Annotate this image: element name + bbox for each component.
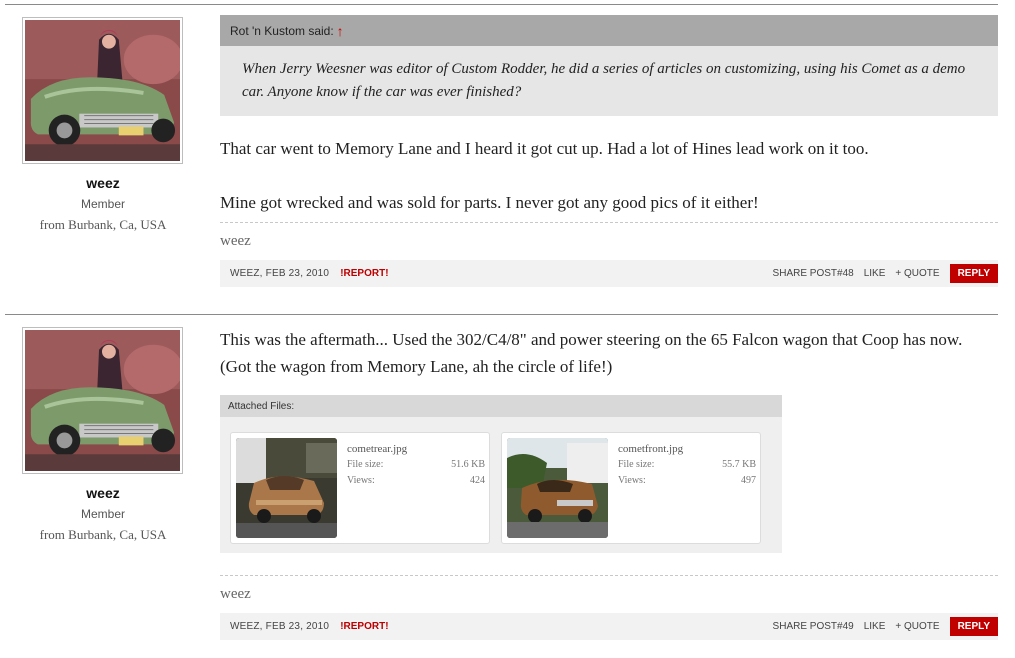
like-link[interactable]: Like xyxy=(864,268,886,279)
views-label: Views: xyxy=(347,475,375,486)
report-link[interactable]: !Report! xyxy=(340,268,388,279)
quote-link[interactable]: + Quote xyxy=(895,621,939,632)
comet-rear-image xyxy=(236,438,337,538)
reply-button[interactable]: Reply xyxy=(949,264,998,283)
attachment-filename[interactable]: cometrear.jpg xyxy=(347,441,485,457)
file-size-label: File size: xyxy=(347,459,384,470)
attachment-thumbnail[interactable] xyxy=(236,438,337,538)
avatar[interactable] xyxy=(22,327,183,474)
reply-button[interactable]: Reply xyxy=(949,617,998,636)
attachment-item[interactable]: cometfront.jpg File size: 55.7 KB Views:… xyxy=(501,432,761,544)
signature: weez xyxy=(220,233,251,249)
signature-divider xyxy=(220,575,998,576)
quote-text: When Jerry Weesner was editor of Custom … xyxy=(220,46,998,116)
file-size-label: File size: xyxy=(618,459,655,470)
post-footer: weez, Feb 23, 2010 !Report! Share Post#4… xyxy=(220,260,998,287)
message-line: This was the aftermath... Used the 302/C… xyxy=(220,330,963,349)
user-location: from Burbank, Ca, USA xyxy=(39,217,167,232)
signature-divider xyxy=(220,222,998,223)
quote-link[interactable]: + Quote xyxy=(895,268,939,279)
post-footer: weez, Feb 23, 2010 !Report! Share Post#4… xyxy=(220,613,998,640)
username[interactable]: weez xyxy=(5,485,201,501)
comet-front-image xyxy=(507,438,608,538)
like-link[interactable]: Like xyxy=(864,621,886,632)
quote-author: Rot 'n Kustom said: xyxy=(230,23,334,38)
post-author-date[interactable]: weez, Feb 23, 2010 xyxy=(230,621,329,632)
avatar-image xyxy=(25,330,180,471)
post-48: weez Member from Burbank, Ca, USA Rot 'n… xyxy=(5,4,998,305)
attached-files-heading: Attached Files: xyxy=(220,395,782,417)
attachment-meta: cometfront.jpg File size: 55.7 KB Views:… xyxy=(618,441,756,489)
file-size-value: 55.7 KB xyxy=(722,459,756,470)
attachment-thumbnail[interactable] xyxy=(507,438,608,538)
user-location: from Burbank, Ca, USA xyxy=(39,527,167,542)
message-line: Mine got wrecked and was sold for parts.… xyxy=(220,193,759,212)
user-title: Member xyxy=(80,197,125,211)
post-author-date[interactable]: weez, Feb 23, 2010 xyxy=(230,268,329,279)
avatar-image xyxy=(25,20,180,161)
share-post-link[interactable]: Share Post#49 xyxy=(773,621,854,632)
username[interactable]: weez xyxy=(5,175,201,191)
user-title: Member xyxy=(80,507,125,521)
views-label: Views: xyxy=(618,475,646,486)
signature: weez xyxy=(220,586,251,602)
attachment-filename[interactable]: cometfront.jpg xyxy=(618,441,756,457)
report-link[interactable]: !Report! xyxy=(340,621,388,632)
message-line: (Got the wagon from Memory Lane, ah the … xyxy=(220,357,613,376)
share-post-link[interactable]: Share Post#48 xyxy=(773,268,854,279)
quote-source-arrow-icon[interactable]: ↑ xyxy=(337,23,344,39)
avatar[interactable] xyxy=(22,17,183,164)
message-line: That car went to Memory Lane and I heard… xyxy=(220,139,869,158)
views-value: 497 xyxy=(741,475,756,486)
attachment-item[interactable]: cometrear.jpg File size: 51.6 KB Views: … xyxy=(230,432,490,544)
file-size-value: 51.6 KB xyxy=(451,459,485,470)
attached-files: Attached Files: cometrear.jpg File size:… xyxy=(220,395,782,553)
quote-header: Rot 'n Kustom said: ↑ xyxy=(220,15,998,46)
attachment-meta: cometrear.jpg File size: 51.6 KB Views: … xyxy=(347,441,485,489)
post-49: weez Member from Burbank, Ca, USA This w… xyxy=(5,314,998,651)
views-value: 424 xyxy=(470,475,485,486)
